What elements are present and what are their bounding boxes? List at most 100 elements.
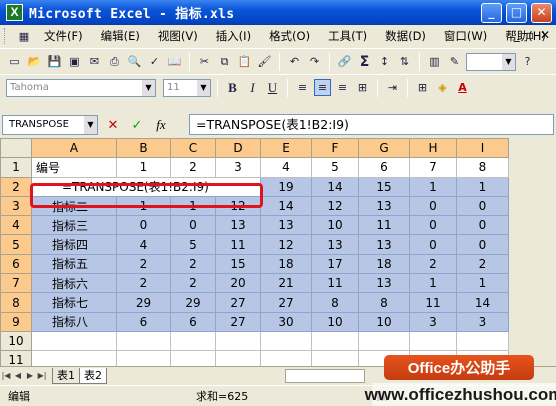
doc-restore-icon[interactable]: ▫ — [526, 28, 534, 42]
table-cell[interactable] — [116, 330, 171, 352]
column-header-i[interactable]: I — [456, 137, 509, 159]
chart-wizard-icon[interactable]: ▥ — [426, 53, 443, 70]
spelling-icon[interactable]: ✓ — [146, 53, 163, 70]
table-cell[interactable]: 1 — [116, 157, 171, 178]
menu-data[interactable]: 数据(D) — [376, 28, 435, 44]
font-color-icon[interactable]: A — [454, 79, 471, 96]
table-cell[interactable]: 27 — [260, 292, 312, 313]
table-cell[interactable]: 10 — [311, 311, 359, 332]
copy-icon[interactable]: ⧉ — [216, 53, 233, 70]
menu-window[interactable]: 窗口(W) — [435, 28, 496, 44]
new-icon[interactable]: ▭ — [6, 53, 23, 70]
table-cell[interactable]: 指标四 — [31, 234, 117, 255]
paste-icon[interactable]: 📋 — [236, 53, 253, 70]
table-cell[interactable]: 0 — [409, 215, 457, 236]
menu-edit[interactable]: 编辑(E) — [92, 28, 149, 44]
row-header[interactable]: 2 — [0, 176, 32, 197]
select-all-corner[interactable] — [0, 137, 32, 159]
column-header-b[interactable]: B — [116, 137, 171, 159]
row-header[interactable]: 3 — [0, 195, 32, 217]
column-header-g[interactable]: G — [358, 137, 410, 159]
table-cell[interactable]: 2 — [170, 157, 216, 178]
table-cell[interactable]: 11 — [311, 273, 359, 294]
table-cell[interactable]: 3 — [456, 311, 509, 332]
table-cell[interactable]: 指标三 — [31, 215, 117, 236]
doc-close-icon[interactable]: ✕ — [540, 28, 550, 42]
maximize-button[interactable]: □ — [506, 3, 527, 23]
menu-tools[interactable]: 工具(T) — [319, 28, 376, 44]
row-header[interactable]: 8 — [0, 292, 32, 313]
table-cell[interactable]: 17 — [311, 253, 359, 275]
workbook-icon[interactable]: ▦ — [17, 28, 31, 45]
table-cell[interactable]: 2 — [170, 253, 216, 275]
table-cell[interactable]: 指标六 — [31, 273, 117, 294]
table-cell[interactable]: 3 — [409, 311, 457, 332]
prev-sheet-icon[interactable]: ◀ — [12, 371, 24, 380]
minimize-button[interactable]: _ — [481, 3, 502, 23]
align-right-icon[interactable]: ≡ — [334, 79, 351, 96]
menu-insert[interactable]: 插入(I) — [207, 28, 260, 44]
redo-icon[interactable]: ↷ — [306, 53, 323, 70]
underline-button[interactable]: U — [264, 79, 281, 96]
cut-icon[interactable]: ✂ — [196, 53, 213, 70]
table-cell[interactable] — [215, 330, 261, 352]
table-cell[interactable]: 30 — [260, 311, 312, 332]
table-cell[interactable]: 编号 — [31, 157, 117, 178]
column-header-a[interactable]: A — [31, 137, 117, 159]
merge-center-icon[interactable]: ⊞ — [354, 79, 371, 96]
table-cell[interactable]: 8 — [311, 292, 359, 313]
autosum-icon[interactable]: Σ — [356, 53, 373, 70]
table-cell[interactable]: 4 — [260, 157, 312, 178]
column-header-e[interactable]: E — [260, 137, 312, 159]
table-cell[interactable]: 0 — [116, 215, 171, 236]
research-icon[interactable]: 📖 — [166, 53, 183, 70]
row-header[interactable]: 9 — [0, 311, 32, 332]
table-cell[interactable]: 13 — [215, 215, 261, 236]
menu-format[interactable]: 格式(O) — [260, 28, 319, 44]
permission-icon[interactable]: ▣ — [66, 53, 83, 70]
table-cell[interactable]: 13 — [358, 195, 410, 217]
table-cell[interactable]: 6 — [116, 311, 171, 332]
table-cell[interactable]: 10 — [358, 311, 410, 332]
format-painter-icon[interactable]: 🖌 — [256, 53, 273, 70]
close-button[interactable]: ✕ — [531, 3, 552, 23]
help-icon[interactable]: ? — [519, 53, 536, 70]
table-cell[interactable] — [31, 330, 117, 352]
insert-function-icon[interactable]: fx — [152, 117, 170, 133]
menu-file[interactable]: 文件(F) — [35, 28, 92, 44]
table-cell[interactable]: 7 — [409, 157, 457, 178]
table-cell[interactable]: 6 — [170, 311, 216, 332]
table-cell[interactable] — [409, 330, 457, 352]
email-icon[interactable]: ✉ — [86, 53, 103, 70]
table-cell[interactable]: 15 — [358, 176, 410, 197]
first-sheet-icon[interactable]: |◀ — [0, 371, 12, 380]
next-sheet-icon[interactable]: ▶ — [24, 371, 36, 380]
table-cell[interactable]: 2 — [116, 253, 171, 275]
table-cell[interactable]: 11 — [358, 215, 410, 236]
table-cell[interactable]: 5 — [170, 234, 216, 255]
table-cell[interactable]: 8 — [456, 157, 509, 178]
sort-descending-icon[interactable]: ⇅ — [396, 53, 413, 70]
row-header[interactable]: 4 — [0, 215, 32, 236]
name-box[interactable]: TRANSPOSE ▼ — [2, 115, 98, 135]
table-cell[interactable]: 2 — [456, 253, 509, 275]
table-cell[interactable] — [170, 330, 216, 352]
table-cell[interactable]: 指标八 — [31, 311, 117, 332]
table-cell[interactable]: 15 — [215, 253, 261, 275]
table-cell[interactable]: 13 — [311, 234, 359, 255]
sort-ascending-icon[interactable]: ↕ — [376, 53, 393, 70]
table-cell[interactable]: 3 — [215, 157, 261, 178]
row-header[interactable]: 5 — [0, 234, 32, 255]
table-cell[interactable]: 18 — [358, 253, 410, 275]
table-cell[interactable]: 4 — [116, 234, 171, 255]
table-cell[interactable]: 5 — [311, 157, 359, 178]
formula-input[interactable]: =TRANSPOSE(表1!B2:I9) — [189, 114, 554, 135]
table-cell[interactable]: 27 — [215, 311, 261, 332]
enter-icon[interactable]: ✓ — [128, 118, 146, 133]
align-center-icon[interactable]: ≡ — [314, 79, 331, 96]
print-preview-icon[interactable]: 🔍 — [126, 53, 143, 70]
table-cell[interactable]: 2 — [170, 273, 216, 294]
table-cell[interactable]: 0 — [409, 234, 457, 255]
table-cell[interactable]: 1 — [409, 273, 457, 294]
column-header-f[interactable]: F — [311, 137, 359, 159]
